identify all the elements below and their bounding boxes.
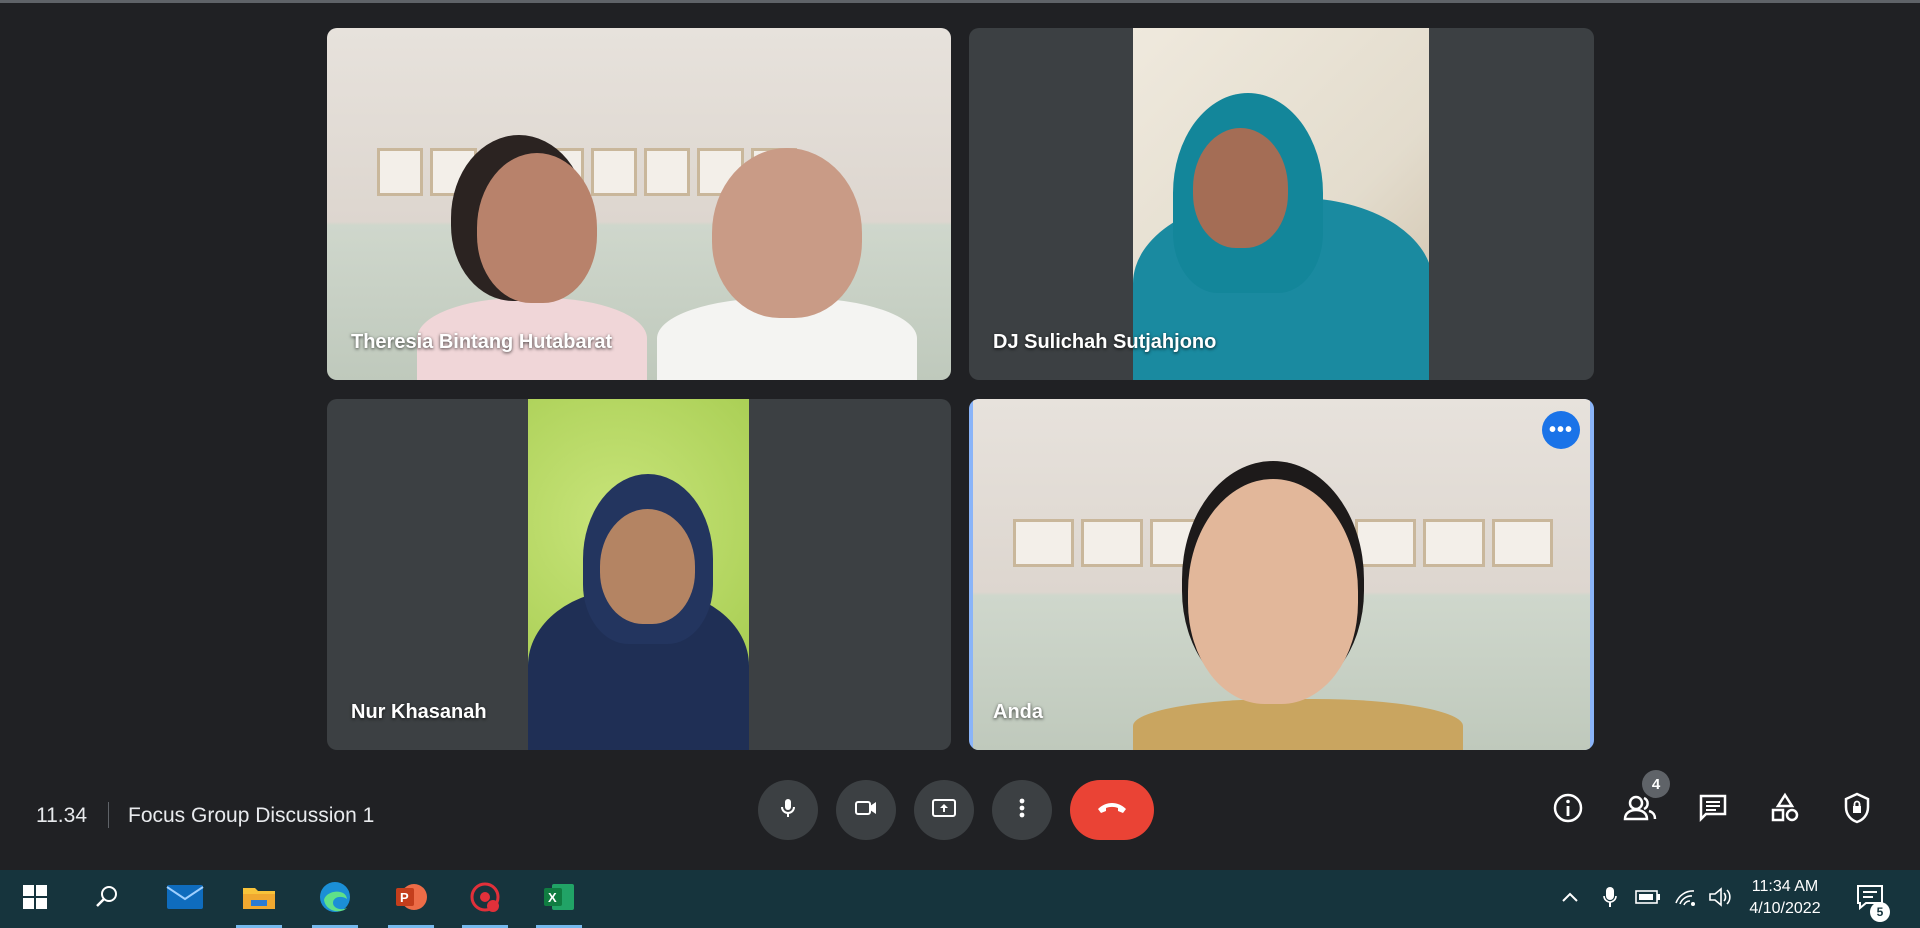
microphone-icon	[1602, 885, 1618, 914]
participant-video	[528, 399, 749, 750]
meeting-clock: 11.34	[36, 804, 87, 827]
camera-button[interactable]	[836, 780, 896, 840]
chevron-up-icon	[1561, 890, 1579, 908]
tray-microphone[interactable]	[1592, 870, 1628, 928]
person-body	[1133, 699, 1463, 750]
screen-recorder-app[interactable]	[454, 870, 516, 928]
microphone-icon	[776, 796, 800, 825]
windows-taskbar: P X 11:34 AM 4/10/2022 5	[0, 870, 1920, 928]
mail-app[interactable]	[154, 870, 216, 928]
tile-more-options-button[interactable]: •••	[1542, 411, 1580, 449]
excel-app[interactable]: X	[528, 870, 590, 928]
edge-app[interactable]	[304, 870, 366, 928]
participant-tile[interactable]: Theresia Bintang Hutabarat	[327, 28, 951, 380]
person-head	[1188, 479, 1358, 704]
tray-volume[interactable]	[1700, 870, 1740, 928]
host-controls-icon	[1842, 792, 1872, 829]
chat-button[interactable]	[1693, 790, 1733, 830]
participant-tile-self[interactable]: ••• Anda	[969, 399, 1594, 750]
search-button[interactable]	[76, 870, 138, 928]
person-face	[600, 509, 695, 624]
participant-name: Anda	[993, 701, 1043, 723]
leave-call-button[interactable]	[1070, 780, 1154, 840]
tray-overflow-button[interactable]	[1550, 870, 1590, 928]
wifi-icon	[1674, 887, 1698, 912]
battery-icon	[1635, 889, 1661, 910]
participant-tile[interactable]: Nur Khasanah	[327, 399, 951, 750]
windows-start-icon	[22, 884, 48, 915]
start-button[interactable]	[4, 870, 66, 928]
file-explorer-app[interactable]	[228, 870, 290, 928]
more-options-button[interactable]	[992, 780, 1052, 840]
volume-icon	[1708, 886, 1732, 912]
present-now-button[interactable]	[914, 780, 974, 840]
participant-name: Nur Khasanah	[351, 701, 487, 723]
powerpoint-icon: P	[394, 880, 428, 919]
svg-text:X: X	[548, 890, 557, 905]
participant-video	[327, 28, 951, 380]
person-head	[712, 148, 862, 318]
chat-icon	[1697, 792, 1729, 829]
clock-time: 11:34 AM	[1751, 878, 1819, 895]
notification-center-button[interactable]	[1840, 870, 1900, 928]
person-head	[477, 153, 597, 303]
participant-video	[1133, 28, 1429, 380]
svg-text:P: P	[400, 890, 409, 905]
notification-count-badge: 5	[1870, 902, 1890, 922]
present-screen-icon	[931, 796, 957, 825]
hang-up-icon	[1095, 799, 1129, 822]
meeting-details-button[interactable]	[1548, 790, 1588, 830]
info-icon	[1552, 792, 1584, 829]
edge-icon	[318, 880, 352, 919]
activities-icon	[1769, 792, 1801, 829]
participant-name: DJ Sulichah Sutjahjono	[993, 331, 1217, 353]
meet-window: Theresia Bintang Hutabarat DJ Sulichah S…	[0, 0, 1920, 928]
activities-button[interactable]	[1765, 790, 1805, 830]
host-controls-button[interactable]	[1837, 790, 1877, 830]
participant-tile[interactable]: DJ Sulichah Sutjahjono	[969, 28, 1594, 380]
powerpoint-app[interactable]: P	[380, 870, 442, 928]
meeting-title: Focus Group Discussion 1	[128, 804, 375, 827]
microphone-button[interactable]	[758, 780, 818, 840]
person-face	[1193, 128, 1288, 248]
participant-video	[973, 399, 1590, 750]
tray-battery[interactable]	[1628, 870, 1668, 928]
participant-count-badge: 4	[1642, 770, 1670, 798]
screen-recorder-icon	[468, 880, 502, 919]
more-options-icon	[1018, 796, 1026, 825]
search-icon	[94, 884, 120, 915]
mail-icon	[166, 882, 204, 917]
window-top-border	[0, 0, 1920, 3]
excel-icon: X	[542, 880, 576, 919]
divider	[108, 802, 109, 828]
file-explorer-icon	[241, 882, 277, 917]
taskbar-clock[interactable]: 11:34 AM 4/10/2022	[1740, 876, 1830, 920]
camera-icon	[853, 796, 879, 825]
participant-name: Theresia Bintang Hutabarat	[351, 331, 613, 353]
meeting-controls-bar: 11.34 Focus Group Discussion 1 4	[0, 758, 1920, 870]
clock-date: 4/10/2022	[1749, 900, 1821, 917]
